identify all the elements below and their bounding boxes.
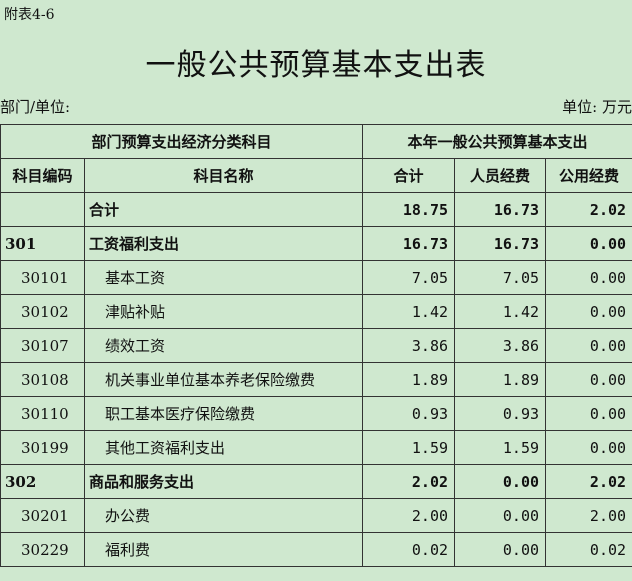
table-row: 301 工资福利支出 16.73 16.73 0.00 (0, 226, 632, 261)
row-personnel: 1.89 (454, 362, 547, 397)
row-name: 其他工资福利支出 (83, 430, 364, 465)
table-row: 合计 18.75 16.73 2.02 (0, 192, 632, 227)
header-personnel: 人员经费 (454, 158, 547, 193)
table-row: 302 商品和服务支出 2.02 0.00 2.02 (0, 464, 632, 499)
row-public: 2.02 (545, 192, 632, 227)
row-code: 30199 (0, 430, 85, 465)
row-total: 2.00 (362, 498, 456, 533)
row-public: 0.00 (545, 430, 632, 465)
row-total: 1.42 (362, 294, 456, 329)
row-name: 办公费 (83, 498, 364, 533)
row-personnel: 0.93 (454, 396, 547, 431)
row-total: 18.75 (362, 192, 456, 227)
row-code: 30107 (0, 328, 85, 363)
table-row: 30199 其他工资福利支出 1.59 1.59 0.00 (0, 430, 632, 465)
row-code: 301 (0, 226, 85, 261)
row-name: 职工基本医疗保险缴费 (83, 396, 364, 431)
table-row: 30102 津贴补贴 1.42 1.42 0.00 (0, 294, 632, 329)
appendix-label: 附表4-6 (4, 7, 55, 23)
row-public: 0.00 (545, 362, 632, 397)
row-name: 津贴补贴 (83, 294, 364, 329)
expenditure-table: 部门预算支出经济分类科目 本年一般公共预算基本支出 科目编码 科目名称 合计 人… (0, 124, 632, 567)
row-total: 0.02 (362, 532, 456, 567)
row-public: 0.00 (545, 260, 632, 295)
row-personnel: 16.73 (454, 226, 547, 261)
row-code: 30101 (0, 260, 85, 295)
row-personnel: 7.05 (454, 260, 547, 295)
header-group-row: 部门预算支出经济分类科目 本年一般公共预算基本支出 (0, 124, 632, 159)
row-personnel: 0.00 (454, 498, 547, 533)
row-public: 0.00 (545, 294, 632, 329)
row-public: 2.02 (545, 464, 632, 499)
row-total: 7.05 (362, 260, 456, 295)
row-name: 工资福利支出 (83, 226, 364, 261)
row-total: 1.59 (362, 430, 456, 465)
header-group-budget: 本年一般公共预算基本支出 (362, 124, 632, 159)
row-public: 0.00 (545, 328, 632, 363)
row-personnel: 0.00 (454, 464, 547, 499)
row-total: 3.86 (362, 328, 456, 363)
row-name: 合计 (83, 192, 364, 227)
row-code (0, 192, 85, 227)
row-code: 30229 (0, 532, 85, 567)
table-row: 30201 办公费 2.00 0.00 2.00 (0, 498, 632, 533)
header-group-classification: 部门预算支出经济分类科目 (0, 124, 364, 159)
row-code: 30110 (0, 396, 85, 431)
row-personnel: 0.00 (454, 532, 547, 567)
header-public: 公用经费 (545, 158, 632, 193)
header-column-row: 科目编码 科目名称 合计 人员经费 公用经费 (0, 158, 632, 193)
row-name: 基本工资 (83, 260, 364, 295)
row-code: 302 (0, 464, 85, 499)
header-total: 合计 (362, 158, 456, 193)
table-row: 30108 机关事业单位基本养老保险缴费 1.89 1.89 0.00 (0, 362, 632, 397)
row-total: 0.93 (362, 396, 456, 431)
table-row: 30229 福利费 0.02 0.00 0.02 (0, 532, 632, 567)
row-public: 0.00 (545, 396, 632, 431)
row-personnel: 16.73 (454, 192, 547, 227)
table-row: 30107 绩效工资 3.86 3.86 0.00 (0, 328, 632, 363)
header-name: 科目名称 (83, 158, 364, 193)
table-row: 30110 职工基本医疗保险缴费 0.93 0.93 0.00 (0, 396, 632, 431)
header-code: 科目编码 (0, 158, 85, 193)
page-title: 一般公共预算基本支出表 (145, 48, 487, 83)
row-code: 30108 (0, 362, 85, 397)
row-total: 16.73 (362, 226, 456, 261)
row-public: 2.00 (545, 498, 632, 533)
row-name: 商品和服务支出 (83, 464, 364, 499)
row-code: 30102 (0, 294, 85, 329)
department-label: 部门/单位: (0, 98, 71, 116)
unit-label: 单位: 万元 (562, 98, 632, 116)
row-code: 30201 (0, 498, 85, 533)
row-name: 绩效工资 (83, 328, 364, 363)
row-personnel: 1.59 (454, 430, 547, 465)
row-public: 0.02 (545, 532, 632, 567)
row-personnel: 3.86 (454, 328, 547, 363)
row-total: 1.89 (362, 362, 456, 397)
row-public: 0.00 (545, 226, 632, 261)
row-name: 机关事业单位基本养老保险缴费 (83, 362, 364, 397)
row-name: 福利费 (83, 532, 364, 567)
row-total: 2.02 (362, 464, 456, 499)
table-row: 30101 基本工资 7.05 7.05 0.00 (0, 260, 632, 295)
row-personnel: 1.42 (454, 294, 547, 329)
